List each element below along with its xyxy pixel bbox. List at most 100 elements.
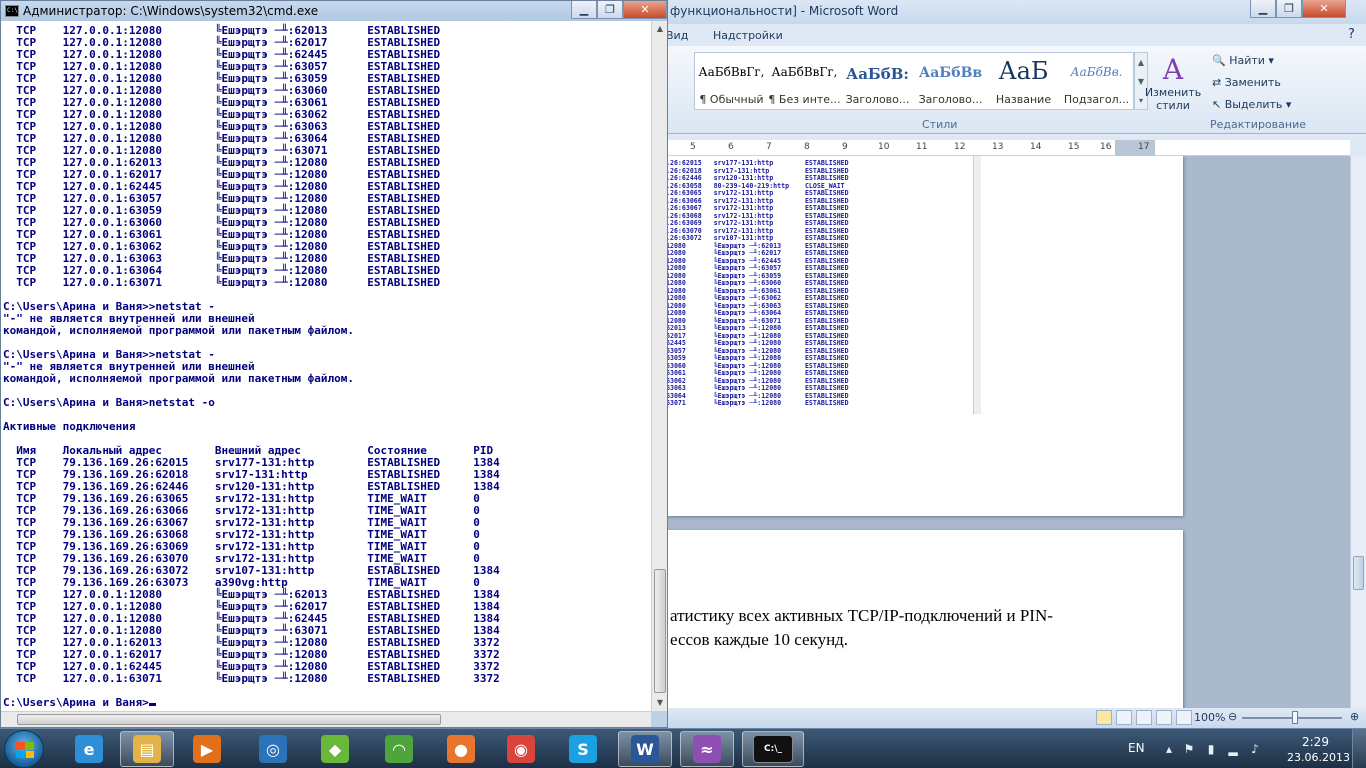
start-button[interactable] (4, 730, 44, 768)
cmd-maximize-button[interactable]: ❐ (597, 1, 623, 19)
taskbar-firefox-button[interactable]: ● (434, 731, 488, 767)
taskbar-windows-explorer-button[interactable]: ▤ (120, 731, 174, 767)
console-prompt-line[interactable]: C:\Users\Арина и Ваня> (3, 697, 500, 709)
word-window-controls: ▁ ❐ ✕ (1250, 0, 1346, 18)
show-hidden-icons-icon[interactable]: ▴ (1162, 742, 1176, 756)
print-layout-view-button[interactable] (1096, 710, 1112, 725)
taskbar-internet-explorer-button[interactable]: e (62, 731, 116, 767)
cmd-hscroll-thumb[interactable] (17, 714, 441, 725)
style-sample: АаБбВв (918, 65, 983, 81)
cmd-horizontal-scrollbar[interactable] (1, 711, 651, 727)
styles-group-label: Стили (922, 118, 958, 131)
replace-button[interactable]: ⇄ Заменить (1212, 72, 1362, 94)
draft-view-button[interactable] (1176, 710, 1192, 725)
change-styles-button[interactable]: A Изменить стили (1144, 53, 1202, 113)
word-maximize-button[interactable]: ❐ (1276, 0, 1302, 18)
taskbar-skype-button[interactable]: S (556, 731, 610, 767)
console-line: TCP 127.0.0.1:63071 ╚Ешэрщтэ ─╨:12080 ES… (3, 276, 441, 289)
cmd-window[interactable]: C:\ Администратор: C:\Windows\system32\c… (0, 0, 668, 728)
word-vertical-scrollbar[interactable] (1350, 156, 1366, 708)
taskbar-browser-ring-button[interactable]: ◎ (246, 731, 300, 767)
full-screen-view-button[interactable] (1116, 710, 1132, 725)
style-no-spacing[interactable]: АаБбВвГг, ¶ Без инте... (768, 53, 841, 109)
document-text-line: атистику всех активных TCP/IP-подключени… (670, 606, 1053, 625)
console-line: командой, исполняемой программой или пак… (3, 372, 354, 385)
skype-icon: S (569, 735, 597, 763)
style-label: ¶ Без инте... (768, 93, 841, 106)
style-heading-2[interactable]: АаБбВв Заголово... (914, 53, 987, 109)
volume-icon[interactable]: ♪ (1248, 742, 1262, 756)
change-styles-icon: A (1162, 53, 1184, 86)
cmd-titlebar[interactable]: C:\ Администратор: C:\Windows\system32\c… (1, 1, 667, 21)
word-scroll-thumb[interactable] (1353, 556, 1364, 590)
tab-addins[interactable]: Надстройки (713, 29, 783, 42)
network-icon[interactable]: ▂ (1226, 742, 1240, 756)
taskbar-chrome-button[interactable]: ◉ (494, 731, 548, 767)
document-text-line: ессов каждые 10 секунд. (670, 630, 849, 649)
cmd-vertical-scrollbar[interactable]: ▲ ▼ (651, 21, 667, 711)
language-indicator[interactable]: EN (1128, 741, 1145, 755)
help-icon[interactable]: ? (1348, 27, 1355, 42)
clock-time[interactable]: 2:29 (1302, 735, 1329, 749)
zoom-out-icon[interactable]: ⊖ (1228, 710, 1237, 723)
ruler-number: 12 (954, 142, 966, 152)
horizontal-ruler[interactable]: 5 6 7 8 9 10 11 12 13 14 15 16 17 (660, 140, 1350, 156)
taskbar-wifi-app-button[interactable]: ◠ (372, 731, 426, 767)
style-heading-1[interactable]: АаБбВ: Заголово... (841, 53, 914, 109)
zoom-slider-thumb[interactable] (1292, 711, 1298, 724)
taskbar-word-button[interactable]: W (618, 731, 672, 767)
cmd-window-controls: ▁ ❐ ✕ (571, 1, 667, 19)
zoom-in-icon[interactable]: ⊕ (1350, 710, 1359, 723)
style-title[interactable]: АаБ Название (987, 53, 1060, 109)
document-page[interactable]: .26:62015 srv177-131:http ESTABLISHED .26… (660, 156, 1183, 516)
embedded-line: 63071 ╚Ешэрщтэ ─╨:12080 ESTABLISHED (666, 399, 849, 407)
editing-group-label: Редактирование (1210, 118, 1306, 131)
cmd-scroll-thumb[interactable] (654, 569, 666, 693)
battery-icon[interactable]: ▮ (1204, 742, 1218, 756)
word-titlebar[interactable]: функциональности] - Microsoft Word ▁ ❐ ✕ (660, 0, 1366, 24)
action-center-flag-icon[interactable]: ⚑ (1182, 742, 1196, 756)
zoom-level[interactable]: 100% (1194, 711, 1225, 724)
taskbar-purple-app-button[interactable]: ≈ (680, 731, 734, 767)
windows-explorer-icon: ▤ (133, 735, 161, 763)
taskbar-chromium-like-button[interactable]: ◆ (308, 731, 362, 767)
ruler-number: 17 (1138, 142, 1150, 152)
cmd-close-button[interactable]: ✕ (623, 1, 667, 19)
word-minimize-button[interactable]: ▁ (1250, 0, 1276, 18)
editing-group: 🔍 Найти ▾ ⇄ Заменить ↖ Выделить ▾ (1212, 50, 1362, 116)
select-button[interactable]: ↖ Выделить ▾ (1212, 94, 1362, 116)
ruler-number: 9 (842, 142, 848, 152)
scroll-down-icon[interactable]: ▼ (652, 695, 668, 711)
web-layout-view-button[interactable] (1136, 710, 1152, 725)
taskbar-cmd-button[interactable]: C:\_ (742, 731, 804, 767)
word-close-button[interactable]: ✕ (1302, 0, 1346, 18)
styles-gallery: АаБбВвГг, ¶ Обычный АаБбВвГг, ¶ Без инте… (694, 52, 1134, 110)
show-desktop-button[interactable] (1352, 729, 1366, 768)
ribbon-tabs: Вид Надстройки ? (660, 24, 1366, 46)
ruler-number: 13 (992, 142, 1004, 152)
cmd-output[interactable]: TCP 127.0.0.1:12080 ╚Ешэрщтэ ─╨:62013 ES… (1, 21, 651, 711)
change-styles-label: Изменить стили (1144, 86, 1202, 112)
style-subtitle[interactable]: АаБбВв. Подзагол... (1060, 53, 1133, 109)
outline-view-button[interactable] (1156, 710, 1172, 725)
taskbar-media-center-button[interactable]: ▶ (180, 731, 234, 767)
word-window[interactable]: функциональности] - Microsoft Word ▁ ❐ ✕… (660, 0, 1366, 728)
embedded-netstat-screenshot[interactable]: .26:62015 srv177-131:http ESTABLISHED .26… (666, 159, 976, 408)
ruler-number: 6 (728, 142, 734, 152)
document-area[interactable]: .26:62015 srv177-131:http ESTABLISHED .26… (660, 156, 1350, 708)
media-center-icon: ▶ (193, 735, 221, 763)
style-normal[interactable]: АаБбВвГг, ¶ Обычный (695, 53, 768, 109)
purple-app-icon: ≈ (693, 735, 721, 763)
scroll-up-icon[interactable]: ▲ (652, 21, 668, 37)
console-line: TCP 127.0.0.1:63071 ╚Ешэрщтэ ─╨:12080 ES… (3, 672, 500, 685)
embedded-image-edge (973, 156, 981, 414)
find-label: Найти (1229, 54, 1265, 67)
system-tray: EN ▴ ⚑ ▮ ▂ ♪ 2:29 23.06.2013 (1116, 729, 1366, 768)
cmd-minimize-button[interactable]: ▁ (571, 1, 597, 19)
clock-date[interactable]: 23.06.2013 (1287, 751, 1350, 764)
tab-view[interactable]: Вид (666, 29, 688, 42)
find-button[interactable]: 🔍 Найти ▾ (1212, 50, 1362, 72)
document-page[interactable]: атистику всех активных TCP/IP-подключени… (660, 530, 1183, 708)
document-text[interactable]: атистику всех активных TCP/IP-подключени… (670, 604, 1053, 652)
console-prompt: C:\Users\Арина и Ваня> (3, 696, 149, 709)
